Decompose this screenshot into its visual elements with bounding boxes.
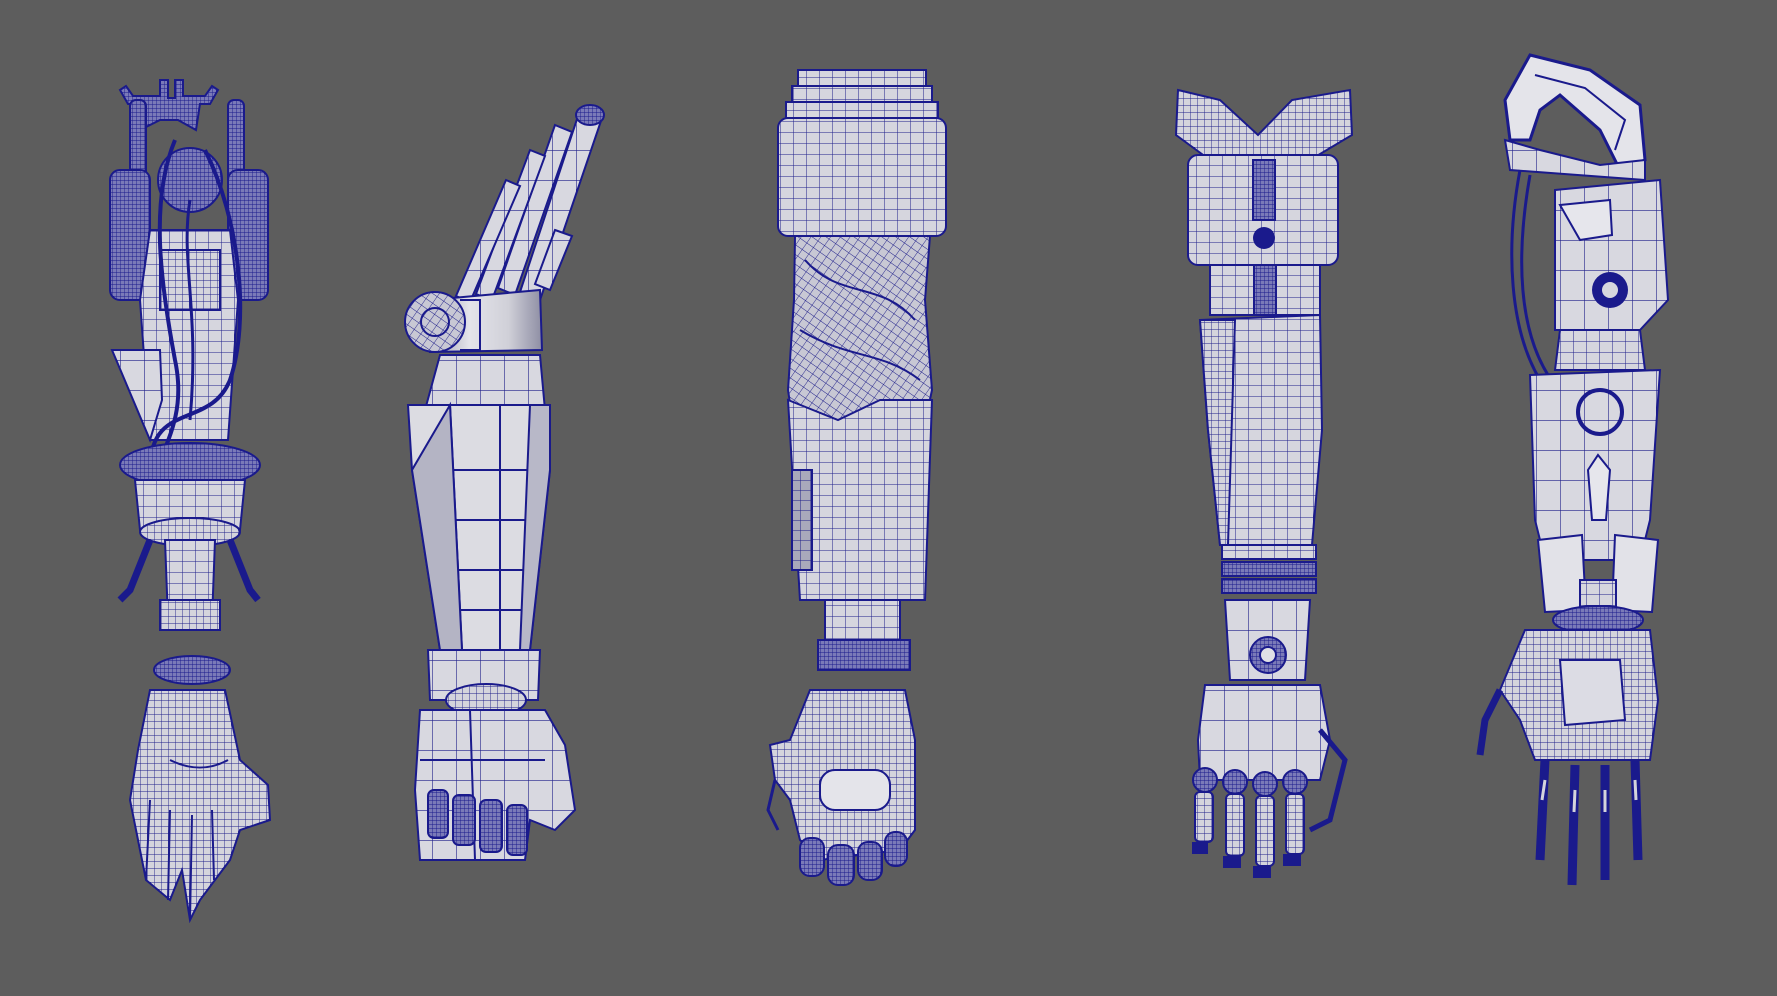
3d-viewport[interactable] bbox=[0, 0, 1777, 996]
viewport-canvas[interactable] bbox=[0, 0, 1777, 996]
